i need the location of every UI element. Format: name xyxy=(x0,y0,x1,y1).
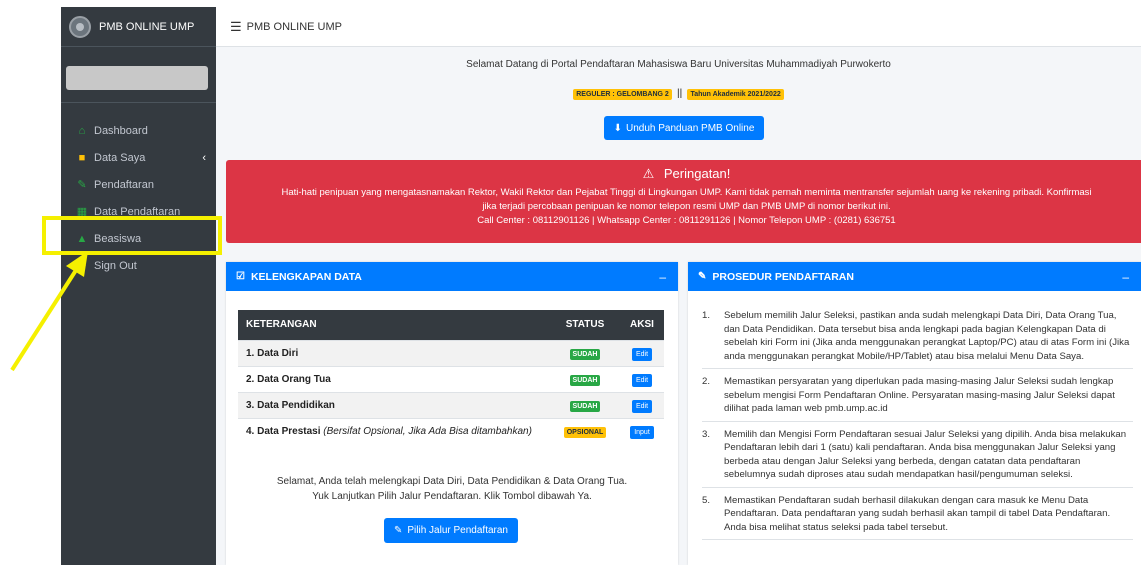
edit-icon: ✎ xyxy=(77,179,87,191)
sidebar-item-label: Sign Out xyxy=(94,259,137,272)
edit-button[interactable]: Edit xyxy=(631,347,653,361)
alert-title: Peringatan! xyxy=(663,166,731,181)
pilih-jalur-button[interactable]: ✎ Pilih Jalur Pendaftaran xyxy=(384,518,518,543)
action-cell: Edit xyxy=(620,391,664,418)
alert-line: Call Center : 08112901126 | Whatsapp Cen… xyxy=(477,215,896,226)
download-guide-button[interactable]: ⬇ Unduh Panduan PMB Online xyxy=(604,116,764,140)
status-cell: OPSIONAL xyxy=(550,417,620,444)
checkbox-icon: ☑ xyxy=(236,271,245,282)
period-badges: REGULER : GELOMBANG 2 || Tahun Akademik … xyxy=(216,88,1141,100)
status-cell: SUDAH xyxy=(550,339,620,366)
action-cell: Edit xyxy=(620,365,664,392)
pilih-jalur-label: Pilih Jalur Pendaftaran xyxy=(407,525,508,536)
item-number: 2. xyxy=(702,376,711,387)
card-header: ✎ PROSEDUR PENDAFTARAN – xyxy=(688,262,1141,291)
chevron-left-icon: ‹ xyxy=(202,151,206,164)
annotation-highlight-box xyxy=(42,216,222,255)
warning-icon: ⚠ xyxy=(642,166,655,181)
alert-line: Hati-hati penipuan yang mengatasnamakan … xyxy=(281,187,1092,198)
table-row: 4. Data Prestasi (Bersifat Opsional, Jik… xyxy=(238,417,664,444)
completion-line: Yuk Lanjutkan Pilih Jalur Pendaftaran. K… xyxy=(312,491,592,502)
row-note: (Bersifat Opsional, Jika Ada Bisa ditamb… xyxy=(323,425,532,437)
list-item: 5. Memastikan Pendaftaran sudah berhasil… xyxy=(702,494,1133,540)
menu-toggle-icon[interactable]: ☰ xyxy=(230,19,242,35)
alert-title-row: ⚠ Peringatan! xyxy=(226,166,1141,182)
sign-out-icon: ➜ xyxy=(77,260,87,272)
status-badge: SUDAH xyxy=(569,374,601,386)
sidebar-item-data-saya[interactable]: ■ Data Saya ‹ xyxy=(61,144,216,171)
sidebar: PMB ONLINE UMP ⌂ Dashboard ■ Data Saya ‹… xyxy=(61,7,216,565)
brand-link[interactable]: PMB ONLINE UMP xyxy=(61,7,216,47)
item-text: Sebelum memilih Jalur Seleksi, pastikan … xyxy=(724,310,1130,362)
download-guide-label: Unduh Panduan PMB Online xyxy=(625,122,755,134)
folder-icon: ■ xyxy=(78,151,86,164)
status-cell: SUDAH xyxy=(550,391,620,418)
status-badge: SUDAH xyxy=(569,348,601,360)
alert-line: jika terjadi percobaan penipuan ke nomor… xyxy=(482,201,891,212)
sidebar-item-label: Data Saya xyxy=(94,151,146,164)
edit-button[interactable]: Edit xyxy=(631,399,653,413)
item-number: 5. xyxy=(702,494,711,506)
sidebar-item-pendaftaran[interactable]: ✎ Pendaftaran xyxy=(61,171,216,198)
download-icon: ⬇ xyxy=(613,122,622,134)
warning-alert: ⚠ Peringatan! Hati-hati penipuan yang me… xyxy=(226,160,1141,243)
item-number: 1. xyxy=(702,310,711,321)
status-cell: SUDAH xyxy=(550,365,620,392)
table-row: 3. Data Pendidikan SUDAH Edit xyxy=(238,391,664,418)
list-item: 1. Sebelum memilih Jalur Seleksi, pastik… xyxy=(702,309,1133,369)
column-header: KETERANGAN xyxy=(238,310,550,340)
sidebar-item-dashboard[interactable]: ⌂ Dashboard xyxy=(61,117,216,144)
main-content: Selamat Datang di Portal Pendaftaran Mah… xyxy=(216,47,1141,565)
action-cell: Input xyxy=(620,417,664,444)
item-number: 3. xyxy=(702,428,711,440)
table-row: 1. Data Diri SUDAH Edit xyxy=(238,339,664,366)
welcome-text: Selamat Datang di Portal Pendaftaran Mah… xyxy=(466,59,891,70)
home-icon: ⌂ xyxy=(78,124,86,137)
top-navbar: ☰ PMB ONLINE UMP xyxy=(216,7,1141,47)
card-header: ☑ KELENGKAPAN DATA – xyxy=(226,262,678,291)
navbar-title: PMB ONLINE UMP xyxy=(246,20,343,33)
input-button[interactable]: Input xyxy=(630,425,654,439)
kelengkapan-data-card: ☑ KELENGKAPAN DATA – KETERANGAN STATUS A… xyxy=(226,262,678,565)
ump-logo-icon xyxy=(69,15,91,38)
column-header: STATUS xyxy=(550,310,620,340)
completion-message: Selamat, Anda telah melengkapi Data Diri… xyxy=(226,474,678,504)
brand-text: PMB ONLINE UMP xyxy=(99,20,195,33)
item-text: Memilih dan Mengisi Form Pendaftaran ses… xyxy=(724,428,1127,481)
item-text: Memastikan persyaratan yang diperlukan p… xyxy=(724,376,1115,414)
prosedur-pendaftaran-card: ✎ PROSEDUR PENDAFTARAN – 1. Sebelum memi… xyxy=(688,262,1141,565)
table-row: 2. Data Orang Tua SUDAH Edit xyxy=(238,365,664,392)
edit-icon: ✎ xyxy=(393,525,403,536)
sidebar-item-label: Dashboard xyxy=(94,124,148,137)
row-label: 4. Data Prestasi xyxy=(246,425,321,437)
kelengkapan-table: KETERANGAN STATUS AKSI 1. Data Diri SUDA… xyxy=(238,310,664,444)
row-label-cell: 4. Data Prestasi (Bersifat Opsional, Jik… xyxy=(238,417,550,444)
procedure-list: 1. Sebelum memilih Jalur Seleksi, pastik… xyxy=(702,309,1133,546)
card-title: PROSEDUR PENDAFTARAN xyxy=(712,270,854,283)
user-panel xyxy=(61,47,216,103)
user-name-redacted xyxy=(66,66,208,90)
column-header: AKSI xyxy=(620,310,664,340)
edit-button[interactable]: Edit xyxy=(631,373,653,387)
alert-body: Hati-hati penipuan yang mengatasnamakan … xyxy=(226,186,1141,228)
collapse-icon[interactable]: – xyxy=(659,270,666,284)
row-label: 3. Data Pendidikan xyxy=(238,391,550,418)
list-item: 2. Memastikan persyaratan yang diperluka… xyxy=(702,375,1133,422)
row-label: 1. Data Diri xyxy=(238,339,550,366)
list-item: 3. Memilih dan Mengisi Form Pendaftaran … xyxy=(702,428,1133,488)
status-badge: OPSIONAL xyxy=(563,426,607,438)
status-badge: SUDAH xyxy=(569,400,601,412)
card-title: KELENGKAPAN DATA xyxy=(250,270,362,283)
row-label: 2. Data Orang Tua xyxy=(238,365,550,392)
collapse-icon[interactable]: – xyxy=(1122,270,1129,284)
sidebar-item-sign-out[interactable]: ➜ Sign Out xyxy=(61,252,216,279)
badge-separator: || xyxy=(677,88,683,99)
tahun-akademik-badge: Tahun Akademik 2021/2022 xyxy=(687,89,784,100)
item-text: Memastikan Pendaftaran sudah berhasil di… xyxy=(724,494,1111,533)
action-cell: Edit xyxy=(620,339,664,366)
completion-line: Selamat, Anda telah melengkapi Data Diri… xyxy=(276,476,628,487)
gelombang-badge: REGULER : GELOMBANG 2 xyxy=(573,89,672,100)
sidebar-item-label: Pendaftaran xyxy=(94,178,154,191)
pen-icon: ✎ xyxy=(698,271,707,282)
